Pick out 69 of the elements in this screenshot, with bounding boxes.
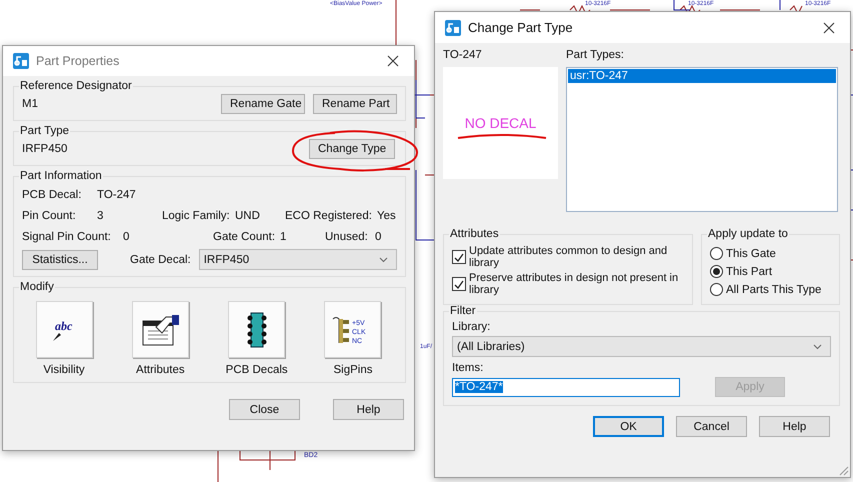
app-icon: [13, 53, 29, 69]
tool-label: Visibility: [43, 364, 85, 376]
group-label: Reference Designator: [19, 80, 133, 92]
tool-button[interactable]: [132, 301, 189, 358]
group-label: Attributes: [449, 228, 500, 240]
form-hand-icon: [140, 312, 180, 346]
change-type-button[interactable]: Change Type: [309, 139, 395, 159]
chevron-icon: [813, 344, 822, 350]
field-label: Pin Count:: [22, 210, 77, 222]
dialog-button[interactable]: Close: [229, 399, 300, 420]
dialog-button[interactable]: Help: [759, 416, 830, 437]
close-icon: [823, 22, 835, 34]
field-label: Gate Decal:: [130, 254, 191, 266]
group-label: Part Information: [19, 170, 103, 182]
group-label: Part Type: [19, 125, 70, 137]
window-title: Part Properties: [36, 54, 120, 68]
dialog-button[interactable]: OK: [593, 416, 664, 437]
field-label: PCB Decal:: [22, 188, 82, 200]
field-label: Gate Count:: [213, 230, 276, 242]
checkbox-label: Update attributes common to design and library: [469, 245, 668, 269]
field-label: Items:: [452, 362, 484, 374]
field-label: Logic Family:: [162, 210, 231, 222]
chevron-icon: [379, 256, 388, 262]
field-value: Yes: [377, 210, 397, 222]
checkbox[interactable]: [452, 250, 466, 264]
decal-name: TO-247: [443, 49, 483, 61]
field-value: 1: [280, 230, 288, 242]
tool-label: SigPins: [333, 364, 372, 376]
rename-button[interactable]: Rename Part: [313, 94, 397, 114]
tool-label: Attributes: [136, 364, 185, 376]
group-label: Apply update to: [707, 228, 789, 240]
designator-value: M1: [22, 98, 38, 110]
radio-button[interactable]: [710, 247, 723, 260]
radio-button[interactable]: [710, 265, 723, 278]
field-value: 0: [375, 230, 382, 242]
chip-icon: [244, 310, 269, 348]
library-dropdown[interactable]: (All Libraries): [452, 336, 831, 357]
window-title: Change Part Type: [468, 20, 574, 35]
tool-button[interactable]: [228, 301, 286, 358]
dialog-button[interactable]: Cancel: [676, 416, 747, 437]
field-label: Unused:: [325, 230, 369, 242]
checkbox[interactable]: [452, 277, 466, 291]
radio-label: All Parts This Type: [726, 284, 822, 296]
list-label: Part Types:: [566, 49, 625, 61]
items-input[interactable]: *TO-247*: [452, 378, 680, 396]
field-value: 3: [97, 210, 104, 222]
field-label: Library:: [452, 321, 492, 333]
dialog-button[interactable]: Help: [333, 399, 404, 420]
tool-label: PCB Decals: [226, 364, 288, 376]
part-type-value: IRFP450: [22, 143, 68, 155]
checkbox-label: Preserve attributes in design not present in library: [469, 272, 680, 296]
field-label: Signal Pin Count:: [22, 230, 112, 242]
group-label: Modify: [19, 281, 55, 293]
field-label: ECO Registered:: [285, 210, 373, 222]
close-icon: [387, 55, 399, 67]
rename-button[interactable]: Rename Gate: [221, 94, 305, 114]
list-item[interactable]: usr:TO-247: [568, 69, 836, 83]
group-label: Filter: [449, 305, 477, 317]
tool-button[interactable]: abc: [36, 301, 92, 358]
field-value: UND: [235, 210, 261, 222]
radio-label: This Gate: [726, 248, 776, 260]
statistics-button[interactable]: Statistics...: [22, 250, 98, 270]
field-value: 0: [123, 230, 130, 242]
radio-label: This Part: [726, 266, 772, 278]
radio-button[interactable]: [710, 283, 723, 296]
gate-decal-dropdown[interactable]: IRFP450: [198, 249, 397, 270]
field-value: TO-247: [97, 188, 137, 200]
no-decal-text: NO DECAL: [464, 115, 536, 131]
app-icon: [445, 20, 461, 36]
